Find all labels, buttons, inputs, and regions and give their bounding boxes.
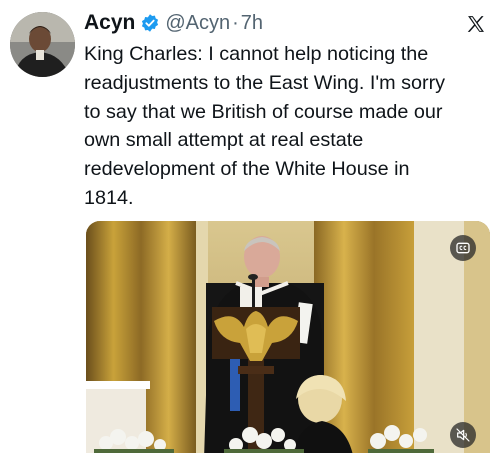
timestamp[interactable]: 7h bbox=[241, 12, 263, 35]
author-handle[interactable]: @Acyn bbox=[165, 12, 230, 35]
x-logo-icon[interactable] bbox=[466, 14, 486, 34]
separator-dot: · bbox=[232, 11, 239, 34]
mute-icon bbox=[456, 428, 470, 442]
closed-captions-button[interactable] bbox=[450, 235, 476, 261]
author-name[interactable]: Acyn bbox=[84, 11, 135, 35]
closed-captions-icon bbox=[456, 242, 470, 254]
tweet-text: King Charles: I cannot help noticing the… bbox=[84, 43, 446, 209]
video-player[interactable] bbox=[86, 221, 490, 460]
mute-button[interactable] bbox=[450, 422, 476, 448]
tweet-header: Acyn @Acyn · 7h bbox=[84, 8, 263, 38]
tweet-card[interactable]: Acyn @Acyn · 7h King Charles: I cannot h… bbox=[0, 0, 500, 460]
avatar[interactable] bbox=[10, 12, 75, 77]
video-frame bbox=[86, 221, 490, 460]
verified-badge-icon bbox=[140, 13, 160, 33]
